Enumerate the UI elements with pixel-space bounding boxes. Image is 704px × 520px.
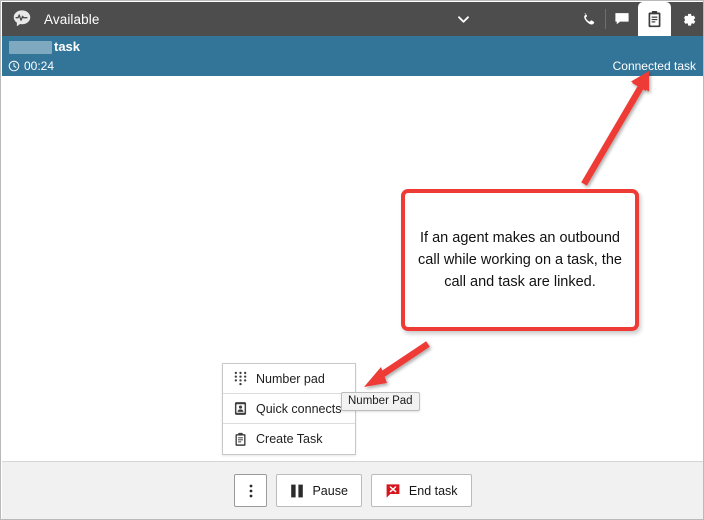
task-state-label: Connected task <box>613 59 696 73</box>
more-vertical-icon <box>249 483 253 499</box>
annotation-callout: If an agent makes an outbound call while… <box>401 189 639 331</box>
dialpad-icon <box>233 371 247 387</box>
connected-task-banner[interactable]: task 00:24 Connected task <box>2 36 704 76</box>
task-name-label: task <box>54 39 80 54</box>
pause-icon <box>290 483 304 499</box>
clipboard-icon <box>233 431 247 447</box>
menu-item-label: Create Task <box>256 432 322 446</box>
clock-icon <box>8 60 20 72</box>
menu-item-create-task[interactable]: Create Task <box>223 424 355 454</box>
phone-icon[interactable] <box>572 2 605 36</box>
amazon-connect-logo-icon <box>10 7 34 31</box>
chevron-down-icon[interactable] <box>450 2 476 36</box>
agent-status-label: Available <box>44 12 99 27</box>
pause-button[interactable]: Pause <box>276 474 361 507</box>
call-control-bar: Pause End task <box>2 461 704 519</box>
end-task-button-label: End task <box>409 484 458 498</box>
menu-item-number-pad[interactable]: Number pad <box>223 364 355 394</box>
gear-icon[interactable] <box>671 2 704 36</box>
task-timer: 00:24 <box>8 59 54 73</box>
more-options-button[interactable] <box>234 474 267 507</box>
end-task-icon <box>385 483 401 499</box>
redacted-task-identifier <box>9 41 52 54</box>
menu-item-quick-connects[interactable]: Quick connects <box>223 394 355 424</box>
task-clipboard-icon[interactable] <box>638 2 671 36</box>
contact-card-icon <box>233 401 247 417</box>
agent-status-bar: Available <box>2 2 704 36</box>
ccp-window: Available <box>0 0 704 520</box>
menu-item-label: Quick connects <box>256 402 341 416</box>
agent-actions-menu: Number pad Quick connects <box>222 363 356 455</box>
menu-item-label: Number pad <box>256 372 325 386</box>
number-pad-tooltip: Number Pad <box>341 392 420 411</box>
end-task-button[interactable]: End task <box>371 474 472 507</box>
topbar-icon-group <box>572 2 704 36</box>
chat-icon[interactable] <box>605 2 638 36</box>
annotation-callout-text: If an agent makes an outbound call while… <box>405 227 635 293</box>
pause-button-label: Pause <box>312 484 347 498</box>
task-timer-value: 00:24 <box>24 59 54 73</box>
